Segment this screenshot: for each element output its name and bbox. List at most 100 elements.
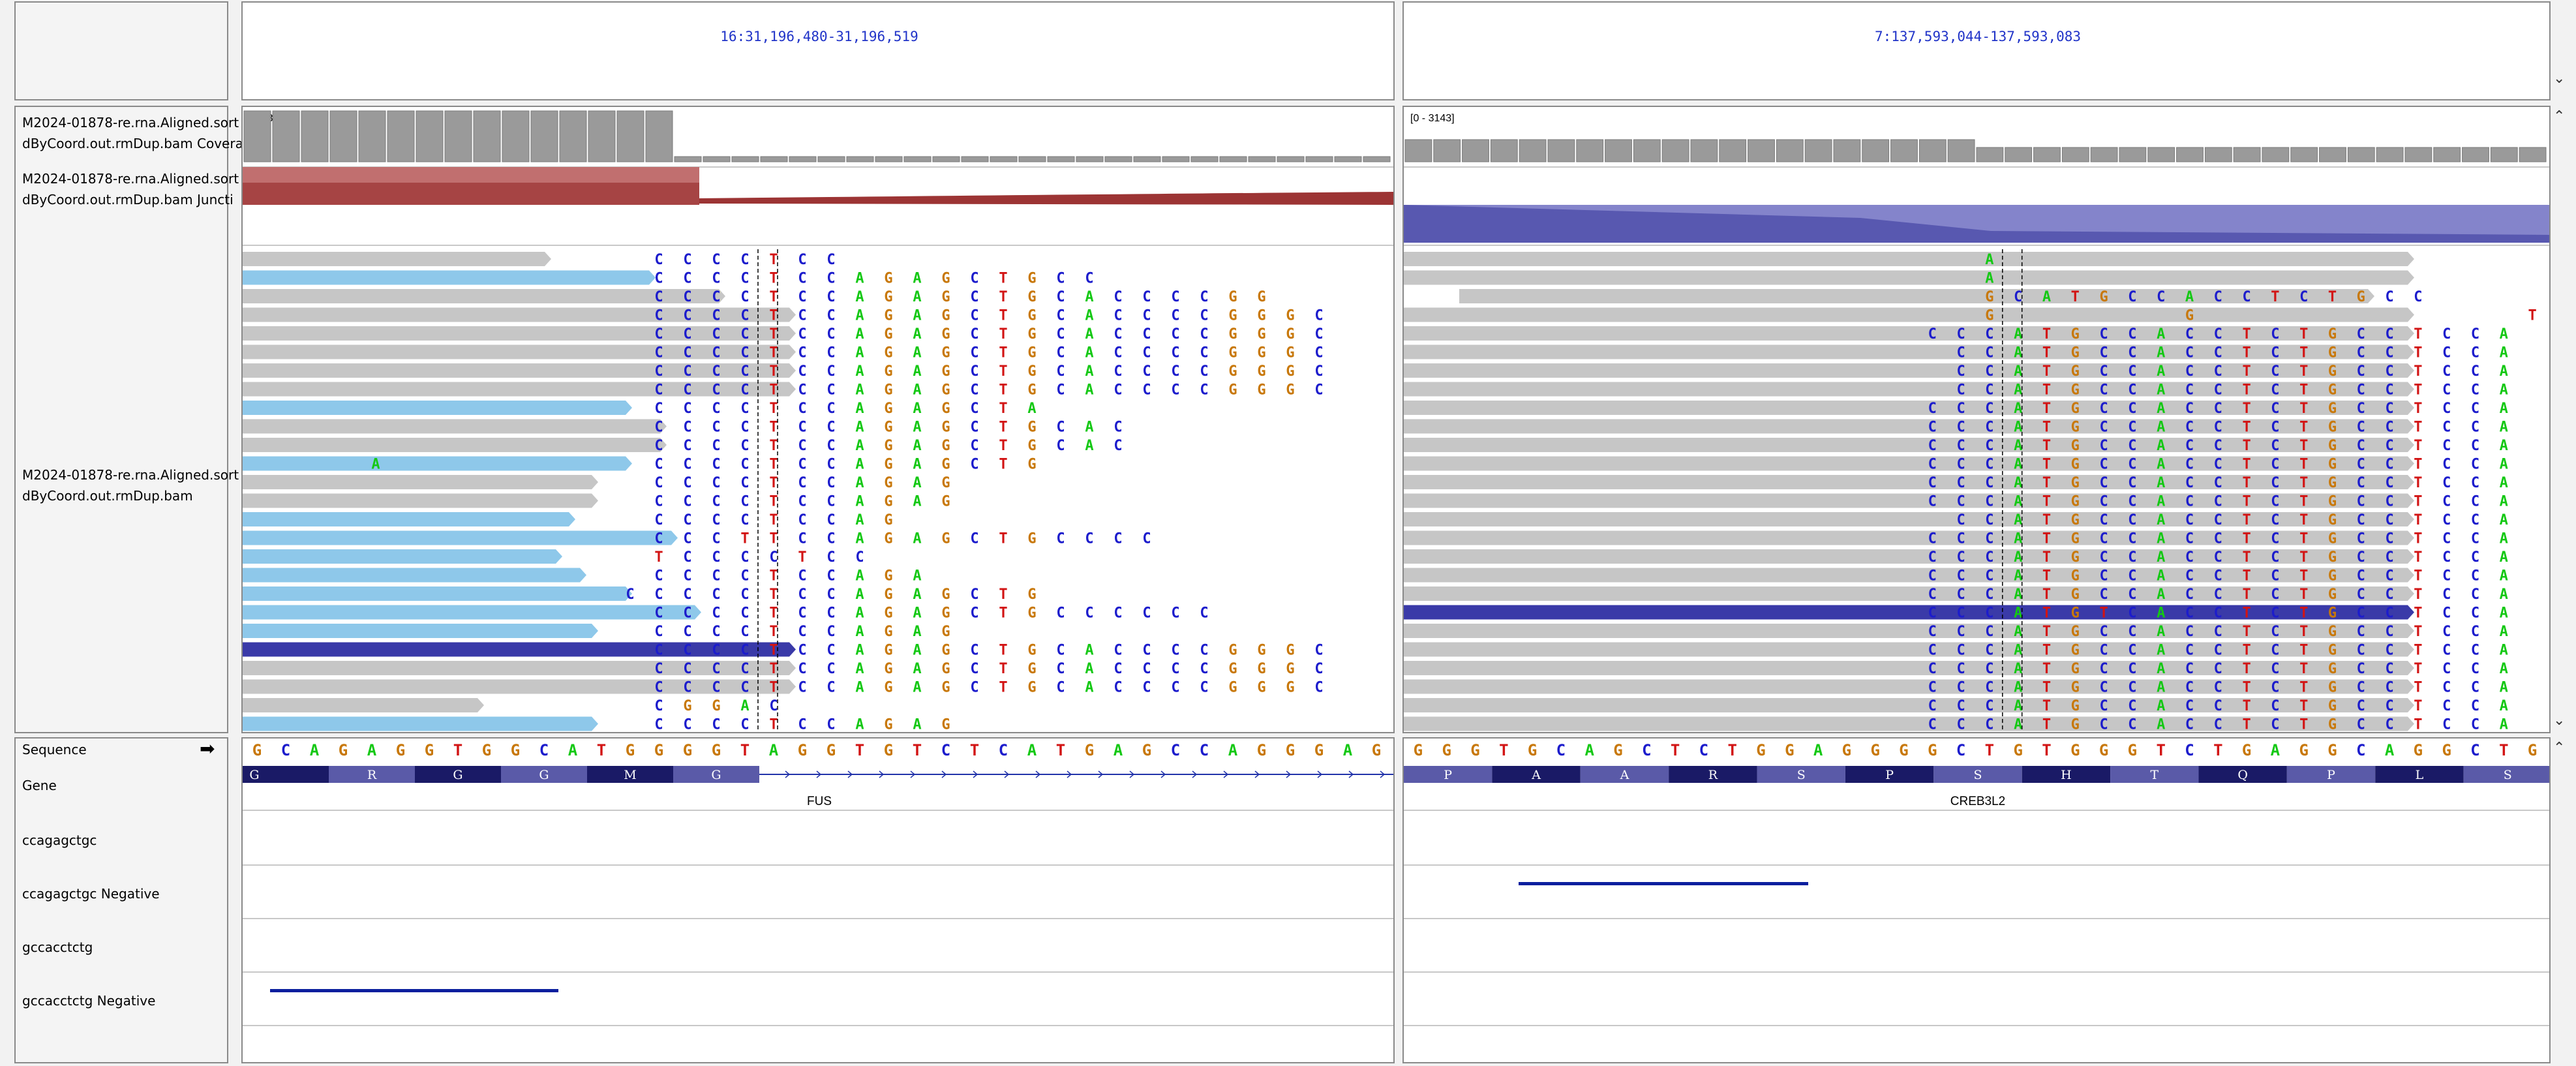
read-base: C <box>798 289 806 305</box>
read-base: G <box>2071 717 2080 733</box>
read-base: A <box>855 494 864 510</box>
read-base: C <box>970 605 978 622</box>
read-base: C <box>798 568 806 585</box>
read-base: T <box>798 549 806 566</box>
read-base: C <box>970 531 978 547</box>
locus-panel-left[interactable]: 16:31,196,480-31,196,519 <box>241 1 1395 100</box>
read-base: G <box>2328 401 2337 417</box>
read-base: G <box>1228 308 1237 324</box>
read-base: C <box>1114 531 1122 547</box>
locus-panel-right[interactable]: 7:137,593,044-137,593,083 <box>1402 1 2551 100</box>
read-base: C <box>2214 605 2222 622</box>
read-base: C <box>826 363 835 380</box>
read-base: G <box>884 661 892 677</box>
amino-acid-label: R <box>1708 768 1718 782</box>
read-base: C <box>2357 717 2365 733</box>
sequence-strand-arrow-icon[interactable]: ➡ <box>200 739 215 759</box>
read-base: T <box>2242 568 2250 585</box>
read-base: T <box>2299 698 2308 714</box>
coverage-bar <box>530 110 558 162</box>
read-base: C <box>1200 643 1208 659</box>
read-base: G <box>1286 345 1294 361</box>
read-16 <box>1404 530 2414 545</box>
read-base: C <box>2128 605 2136 622</box>
read-base: T <box>2299 512 2308 528</box>
read-base: G <box>2328 326 2337 343</box>
read-base: C <box>2385 605 2393 622</box>
reference-base: C <box>2470 741 2479 759</box>
coverage-bar <box>2462 147 2489 162</box>
read-14 <box>1404 493 2414 508</box>
read-base: C <box>740 345 749 361</box>
read-base: A <box>2185 289 2194 305</box>
read-base: C <box>1200 289 1208 305</box>
read-base: G <box>2099 289 2108 305</box>
read-base: A <box>913 363 921 380</box>
coverage-bar <box>2061 147 2089 162</box>
feature-panel-left[interactable]: GCAGAGGTGGCATGGGGTAGGTGTCTCATGAGCCAGGGAG… <box>241 737 1395 1063</box>
read-base: C <box>1956 717 1965 733</box>
coverage-bar <box>1804 139 1832 162</box>
read-20 <box>243 605 701 620</box>
read-base: C <box>826 717 835 733</box>
read-base: G <box>1286 643 1294 659</box>
read-base: G <box>2328 605 2337 622</box>
read-base: C <box>1056 382 1065 399</box>
data-panel-right[interactable]: [0 - 3143] A A G C A T G C C A C C T C T G C C G G T C C C A T G C C A… <box>1402 106 2551 733</box>
read-base: C <box>1085 271 1093 287</box>
read-base: G <box>941 624 950 640</box>
read-21 <box>1404 624 2414 638</box>
data-scroll-down-icon[interactable]: ⌄ <box>2553 712 2565 729</box>
read-base: G <box>941 680 950 696</box>
read-base: C <box>2185 438 2194 454</box>
read-base: C <box>2128 457 2136 473</box>
data-scroll-up-icon[interactable]: ⌃ <box>2553 108 2565 125</box>
read-base: G <box>941 308 950 324</box>
gene-name-label: FUS <box>807 795 832 808</box>
read-base: C <box>2271 549 2279 566</box>
read-base: G <box>1257 326 1265 343</box>
read-base: G <box>2071 438 2080 454</box>
reference-base: G <box>712 741 721 759</box>
read-base: T <box>769 271 778 287</box>
read-base: C <box>1142 308 1151 324</box>
reference-base: G <box>2013 741 2022 759</box>
read-base: A <box>1085 345 1093 361</box>
read-base: T <box>2414 438 2422 454</box>
data-panel-left[interactable]: [0 - 3143] C C C C T C C C C C C T C C A G A G C T G C C C C C C T C C… <box>241 106 1395 733</box>
read-base: T <box>999 680 1007 696</box>
read-base: G <box>2328 680 2337 696</box>
read-26 <box>243 716 598 731</box>
read-base: A <box>913 271 921 287</box>
coverage-bar <box>2347 147 2375 162</box>
read-base: C <box>1928 326 1937 343</box>
coverage-bar <box>731 156 759 162</box>
read-base: G <box>884 419 892 436</box>
read-base: C <box>2099 586 2108 603</box>
read-base: A <box>2157 494 2165 510</box>
read-base: C <box>798 531 806 547</box>
read-base: T <box>999 419 1007 436</box>
read-base: C <box>683 717 691 733</box>
reference-base: T <box>913 741 922 759</box>
reference-base: G <box>511 741 520 759</box>
amino-acid-label: G <box>453 768 462 782</box>
read-base: C <box>712 586 720 603</box>
read-base: G <box>2071 401 2080 417</box>
read-base: G <box>2328 698 2337 714</box>
read-base: C <box>654 326 663 343</box>
read-base: C <box>712 549 720 566</box>
read-base: C <box>2271 605 2279 622</box>
read-base: C <box>1956 401 1965 417</box>
reference-base: G <box>396 741 405 759</box>
feature-scroll-up-icon[interactable]: ⌃ <box>2553 740 2565 756</box>
header-scroll-down-icon[interactable]: ⌄ <box>2553 70 2565 87</box>
feature-panel-right[interactable]: GGGTGCAGCTCTGGAGGGGCTGTGGGTCTGAGGCAGGCTG… <box>1402 737 2551 1063</box>
read-base: A <box>1085 308 1093 324</box>
read-base: G <box>1027 271 1036 287</box>
read-base: C <box>2099 531 2108 547</box>
read-base: A <box>855 605 864 622</box>
read-base: C <box>2471 401 2479 417</box>
read-base: C <box>2242 289 2250 305</box>
read-base: C <box>798 401 806 417</box>
